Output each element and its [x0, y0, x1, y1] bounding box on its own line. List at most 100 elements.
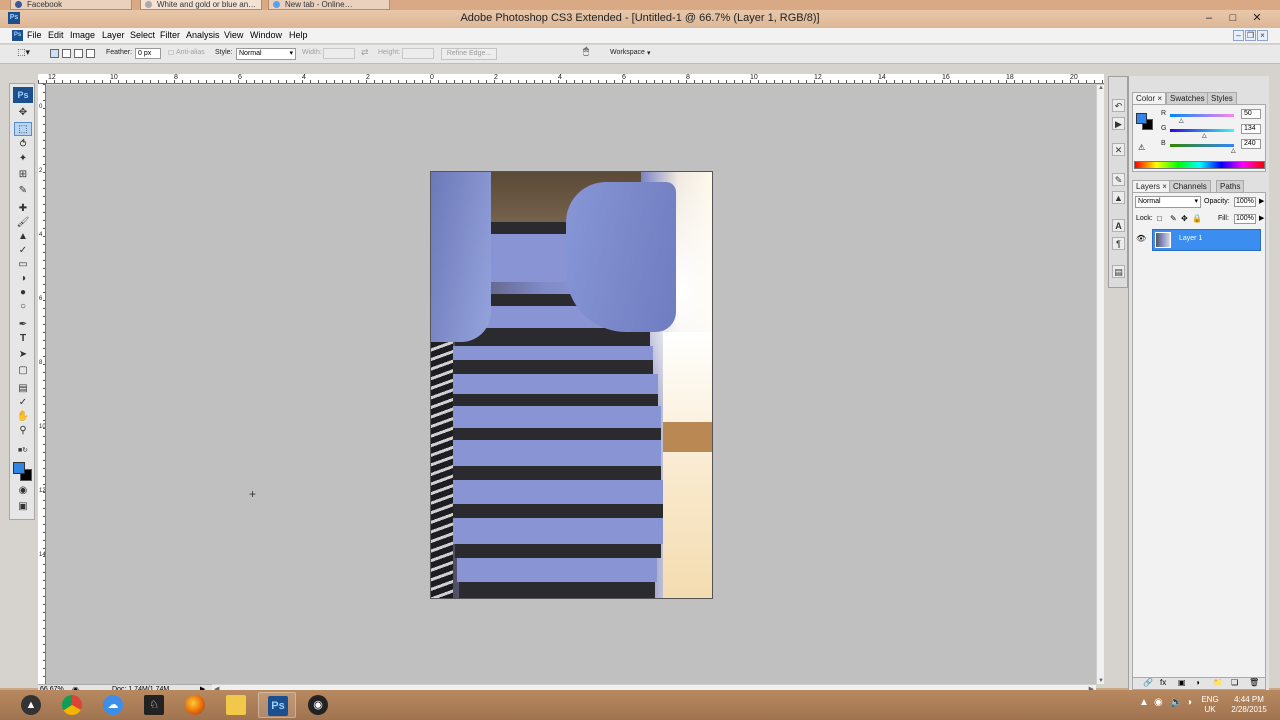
workspace-button[interactable]: Workspace	[610, 49, 645, 56]
menu-file[interactable]: File	[27, 30, 42, 40]
tray-expand-icon[interactable]: ▲	[1139, 697, 1149, 708]
close-button[interactable]: ✕	[1245, 11, 1269, 25]
slice-tool-icon[interactable]: ✎	[14, 184, 32, 198]
layer-comps-icon[interactable]: ▤	[1112, 265, 1125, 278]
layer-name[interactable]: Layer 1	[1179, 235, 1202, 242]
path-selection-tool-icon[interactable]: ➤	[14, 348, 32, 362]
magic-wand-tool-icon[interactable]: ✦	[14, 152, 32, 166]
volume-icon[interactable]: 🔈	[1170, 697, 1182, 708]
lock-all-icon[interactable]: 🔒	[1192, 214, 1202, 223]
input-language[interactable]: ENG UK	[1198, 695, 1222, 715]
refine-edge-button[interactable]: Refine Edge...	[441, 48, 497, 60]
b-slider[interactable]	[1170, 144, 1234, 147]
opacity-arrow-icon[interactable]: ▶	[1259, 197, 1264, 205]
dodge-tool-icon[interactable]: ○	[14, 300, 32, 314]
system-clock[interactable]: 4:44 PM 2/28/2015	[1226, 695, 1272, 715]
scroll-up-icon[interactable]: ▲	[1098, 85, 1104, 91]
tab-color[interactable]: Color ×	[1132, 92, 1167, 104]
eyedropper-tool-icon[interactable]: ✓	[14, 396, 32, 410]
marquee-tool-preset-icon[interactable]: ⬚▾	[17, 47, 30, 58]
taskbar-icloud[interactable]: ☁	[94, 692, 132, 718]
r-slider-handle[interactable]: △	[1179, 117, 1184, 124]
opacity-input[interactable]: 100%	[1234, 197, 1256, 207]
hand-tool-icon[interactable]: ✋	[14, 410, 32, 424]
tab-swatches[interactable]: Swatches	[1166, 92, 1209, 104]
intersect-selection-icon[interactable]	[86, 49, 95, 58]
actions-icon[interactable]: ▶	[1112, 117, 1125, 130]
new-selection-icon[interactable]	[50, 49, 59, 58]
notes-tool-icon[interactable]: ▤	[14, 382, 32, 396]
healing-brush-tool-icon[interactable]: ✚	[14, 202, 32, 216]
scroll-down-icon[interactable]: ▼	[1098, 678, 1104, 684]
taskbar-firefox[interactable]	[176, 692, 214, 718]
menu-help[interactable]: Help	[289, 30, 308, 40]
new-layer-icon[interactable]: ❏	[1231, 678, 1238, 687]
workspace-chevron-down-icon[interactable]: ▾	[647, 49, 651, 57]
paint-bucket-tool-icon[interactable]: ◑	[14, 272, 32, 286]
taskbar-obs[interactable]: ◉	[299, 692, 337, 718]
taskbar-chrome[interactable]	[53, 692, 91, 718]
doc-close-button[interactable]: ×	[1257, 30, 1268, 41]
rectangle-tool-icon[interactable]: ▢	[14, 364, 32, 378]
lasso-tool-icon[interactable]: ⥀	[14, 138, 32, 152]
bridge-icon[interactable]: 🖱	[583, 46, 589, 57]
photoshop-logo-icon[interactable]: Ps	[13, 87, 33, 103]
taskbar-app-4[interactable]: ♘	[135, 692, 173, 718]
b-value[interactable]: 240	[1241, 139, 1261, 149]
maximize-button[interactable]: □	[1221, 11, 1245, 25]
tab-paths[interactable]: Paths	[1216, 180, 1245, 192]
tray-app-icon[interactable]: ◉	[1154, 697, 1163, 708]
pen-tool-icon[interactable]: ✒	[14, 318, 32, 332]
network-icon[interactable]: ◑	[1186, 697, 1192, 708]
eraser-tool-icon[interactable]: ▭	[14, 258, 32, 272]
link-layers-icon[interactable]: 🔗	[1143, 678, 1153, 687]
minimize-button[interactable]: –	[1197, 11, 1221, 25]
lock-transparent-icon[interactable]: □	[1157, 214, 1162, 223]
tab-layers[interactable]: Layers ×	[1132, 180, 1171, 192]
menu-analysis[interactable]: Analysis	[186, 30, 220, 40]
color-spectrum-bar[interactable]	[1134, 161, 1265, 169]
lock-position-icon[interactable]: ✥	[1181, 214, 1188, 223]
fill-input[interactable]: 100%	[1234, 214, 1256, 224]
browser-tab-dress[interactable]: White and gold or blue an…	[140, 0, 262, 10]
browser-tab-facebook[interactable]: Facebook	[10, 0, 132, 10]
layer-mask-icon[interactable]: ▣	[1178, 678, 1186, 687]
taskbar-app-1[interactable]: ▲	[12, 692, 50, 718]
menu-view[interactable]: View	[224, 30, 243, 40]
menu-edit[interactable]: Edit	[48, 30, 64, 40]
rectangular-marquee-tool-icon[interactable]: ⬚	[14, 122, 32, 136]
eye-icon[interactable]: 👁	[1136, 234, 1146, 243]
blend-mode-select[interactable]: Normal	[1135, 196, 1201, 208]
blur-tool-icon[interactable]: ●	[14, 286, 32, 300]
screen-mode-icon[interactable]: ▣	[14, 500, 32, 514]
fill-arrow-icon[interactable]: ▶	[1259, 214, 1264, 222]
history-brush-tool-icon[interactable]: ✓	[14, 244, 32, 258]
adjustment-layer-icon[interactable]: ◑	[1195, 678, 1200, 687]
title-bar[interactable]: Ps Adobe Photoshop CS3 Extended - [Untit…	[0, 10, 1280, 28]
fg-color-chip[interactable]	[1136, 113, 1147, 124]
layer-row[interactable]: Layer 1	[1152, 229, 1261, 251]
character-icon[interactable]: A	[1112, 219, 1125, 232]
menu-layer[interactable]: Layer	[102, 30, 125, 40]
history-icon[interactable]: ↶	[1112, 99, 1125, 112]
foreground-color-swatch[interactable]	[13, 462, 25, 474]
subtract-selection-icon[interactable]	[74, 49, 83, 58]
g-slider-handle[interactable]: △	[1202, 132, 1207, 139]
vertical-scrollbar[interactable]: ▲ ▼	[1096, 85, 1104, 684]
clone-source-icon[interactable]: ▲	[1112, 191, 1125, 204]
menu-image[interactable]: Image	[70, 30, 95, 40]
lock-image-icon[interactable]: ✎	[1170, 214, 1177, 223]
tab-styles[interactable]: Styles	[1207, 92, 1237, 104]
default-colors-icon[interactable]: ■↻	[14, 444, 32, 458]
quick-mask-icon[interactable]: ◉	[14, 484, 32, 498]
menu-select[interactable]: Select	[130, 30, 155, 40]
brushes-icon[interactable]: ✎	[1112, 173, 1125, 186]
doc-restore-button[interactable]: ❐	[1245, 30, 1256, 41]
delete-layer-icon[interactable]: 🗑	[1249, 678, 1259, 687]
style-select[interactable]: Normal	[236, 48, 296, 60]
brush-tool-icon[interactable]: 🖌	[14, 216, 32, 230]
taskbar-photoshop[interactable]: Ps	[258, 692, 296, 718]
paragraph-icon[interactable]: ¶	[1112, 237, 1125, 250]
tool-presets-icon[interactable]: ✕	[1112, 143, 1125, 156]
layer-style-icon[interactable]: fx	[1160, 678, 1166, 687]
